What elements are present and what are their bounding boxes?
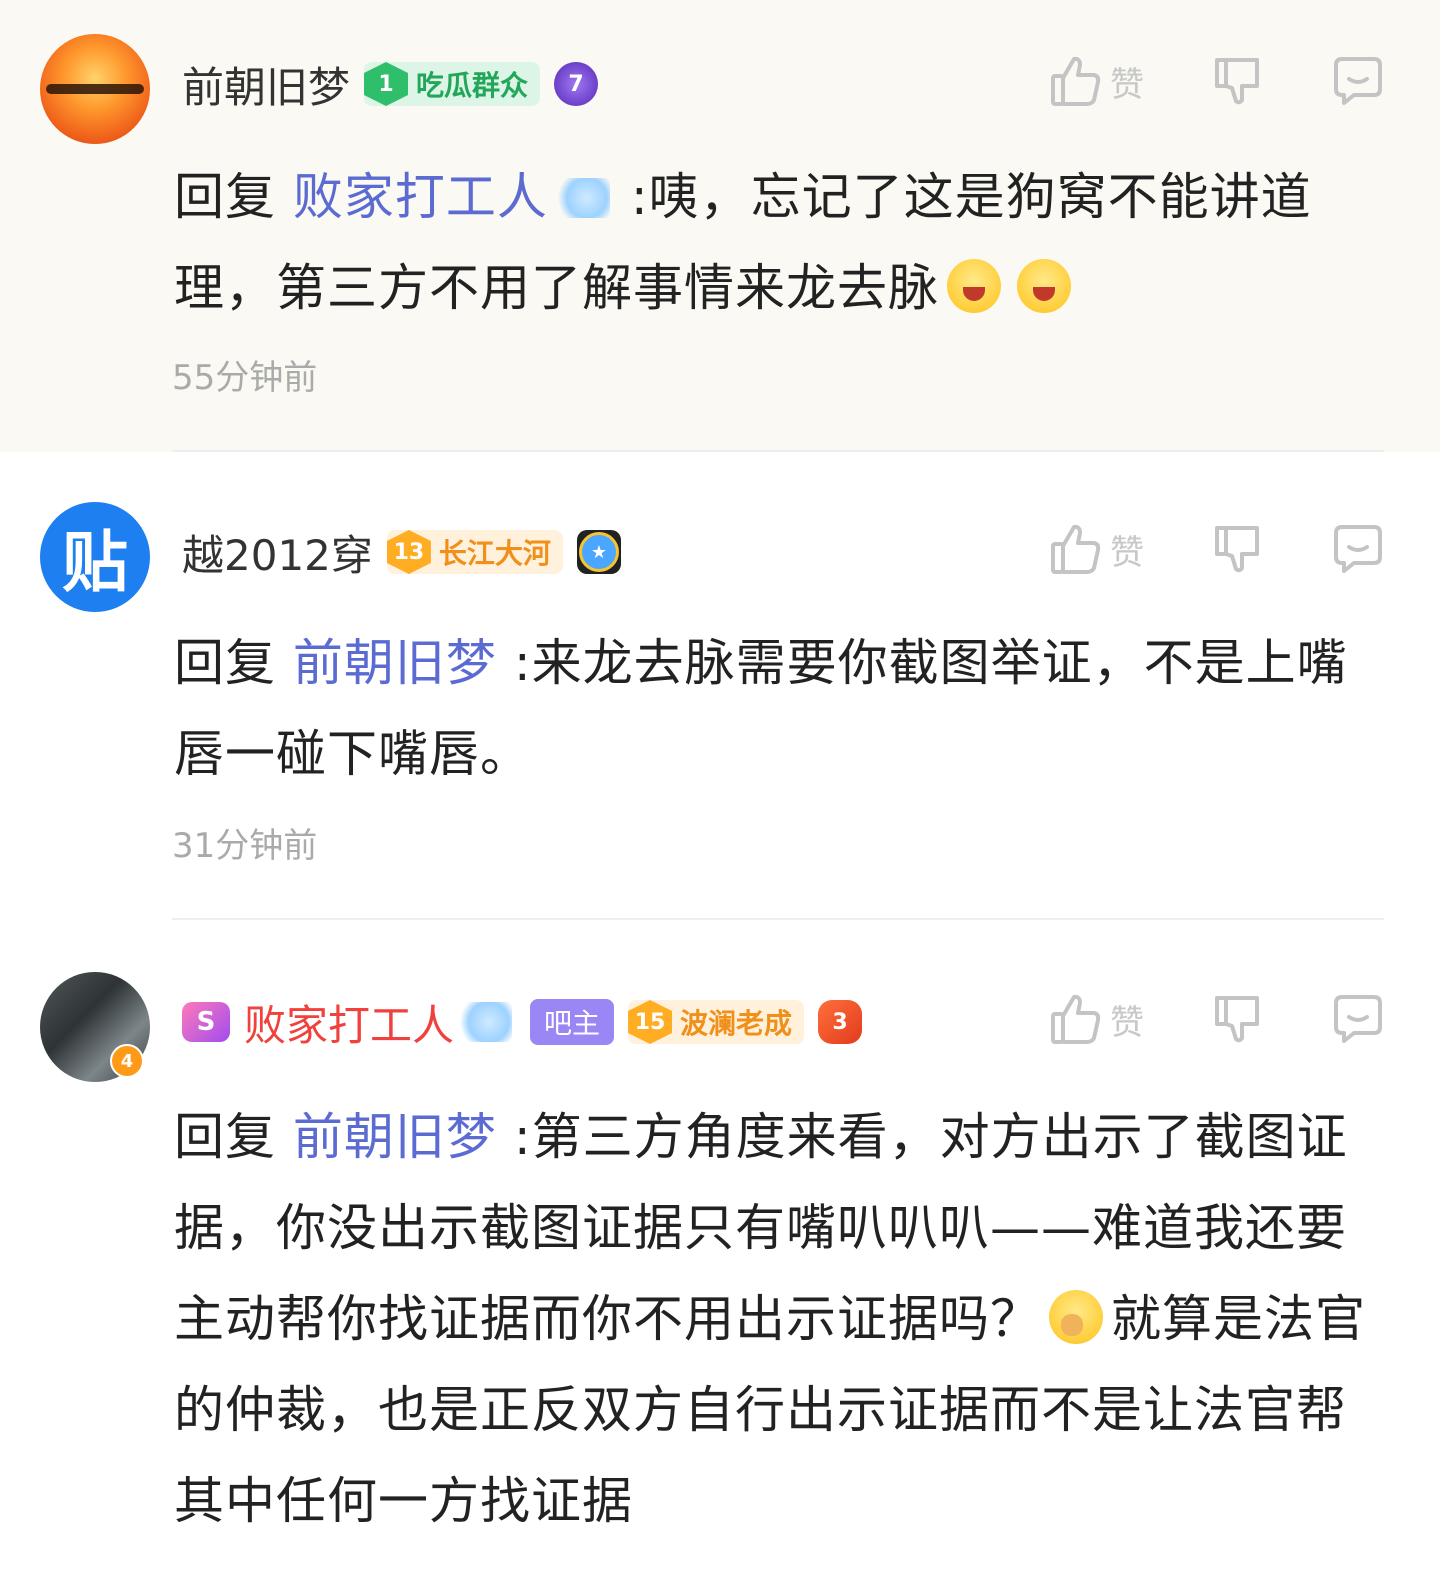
comment-bubble-icon — [1334, 525, 1382, 573]
reply-prefix: 回复 — [174, 1108, 276, 1166]
username[interactable]: 前朝旧梦 — [182, 54, 350, 115]
reply-button[interactable] — [1332, 55, 1384, 107]
comment-body: 回复 败家打工人 :咦，忘记了这是狗窝不能讲道理，第三方不用了解事情来龙去脉 — [174, 152, 1388, 334]
thumbs-up-icon — [1051, 994, 1101, 1044]
like-button[interactable]: 赞 — [1050, 522, 1144, 576]
thumbs-down-icon — [1215, 996, 1259, 1043]
comment-item: 4 S 败家打工人 吧主 15 波澜老成 3 赞 回复 前朝旧梦 :第三方角度来… — [0, 920, 1440, 1584]
level-badge: 1 吃瓜群众 — [364, 62, 541, 106]
comment-bubble-icon — [1334, 57, 1382, 105]
wind-emoji-icon — [454, 1002, 513, 1042]
level-badge: 15 波澜老成 — [628, 1000, 805, 1044]
thumbs-down-icon — [1215, 526, 1259, 573]
comment-actions: 赞 — [1050, 522, 1384, 576]
username[interactable]: 越2012穿 — [182, 522, 373, 583]
comment-item: 贴 越2012穿 13 长江大河 ★ 赞 回复 前朝旧梦 :来龙去脉需要你截图举… — [0, 452, 1440, 920]
comment-header: 越2012穿 13 长江大河 ★ — [182, 520, 621, 584]
reply-button[interactable] — [1332, 523, 1384, 575]
laughing-emoji-icon — [947, 259, 1001, 313]
gamepad-medal-icon: 3 — [818, 1000, 863, 1044]
like-label: 赞 — [1110, 532, 1144, 573]
medal-icon: 7 — [554, 62, 599, 106]
level-title: 吃瓜群众 — [416, 69, 529, 102]
comment-item: 前朝旧梦 1 吃瓜群众 7 赞 回复 败家打工人 :咦，忘记了这是狗窝不能讲道理… — [0, 0, 1440, 452]
role-badge: 吧主 — [530, 999, 615, 1045]
reply-to-user[interactable]: 前朝旧梦 — [293, 1108, 497, 1166]
comment-bubble-icon — [1334, 995, 1382, 1043]
reply-to-user[interactable]: 前朝旧梦 — [293, 634, 497, 692]
comment-actions: 赞 — [1050, 992, 1384, 1046]
level-badge: 13 长江大河 — [386, 530, 563, 574]
vip-icon: S — [182, 1002, 230, 1042]
dislike-button[interactable] — [1212, 992, 1262, 1046]
dislike-button[interactable] — [1212, 54, 1262, 108]
dislike-button[interactable] — [1212, 522, 1262, 576]
like-label: 赞 — [1110, 64, 1144, 105]
reply-button[interactable] — [1332, 993, 1384, 1045]
level-title: 长江大河 — [438, 537, 551, 570]
thumbs-down-icon — [1215, 58, 1259, 105]
comment-body: 回复 前朝旧梦 :第三方角度来看，对方出示了截图证据，你没出示截图证据只有嘴叭叭… — [174, 1092, 1388, 1547]
medal-icon: ★ — [576, 530, 621, 574]
level-number: 1 — [364, 62, 409, 106]
comment-actions: 赞 — [1050, 54, 1384, 108]
like-label: 赞 — [1110, 1002, 1144, 1043]
tieba-logo: 贴 — [62, 524, 128, 601]
like-button[interactable]: 赞 — [1050, 992, 1144, 1046]
avatar[interactable] — [40, 34, 150, 144]
level-number: 13 — [386, 530, 431, 574]
thumbs-up-icon — [1051, 524, 1101, 574]
wind-emoji-icon — [551, 178, 610, 218]
comment-header: S 败家打工人 吧主 15 波澜老成 3 — [182, 990, 863, 1054]
reply-prefix: 回复 — [174, 634, 276, 692]
timestamp: 31分钟前 — [172, 826, 318, 866]
covering-mouth-emoji-icon — [1049, 1290, 1103, 1344]
comment-body: 回复 前朝旧梦 :来龙去脉需要你截图举证，不是上嘴唇一碰下嘴唇。 — [174, 618, 1388, 800]
reply-to-user[interactable]: 败家打工人 — [293, 168, 548, 226]
thumbs-up-icon — [1051, 56, 1101, 106]
like-button[interactable]: 赞 — [1050, 54, 1144, 108]
reply-prefix: 回复 — [174, 168, 276, 226]
star-medal-icon: ★ — [578, 532, 619, 572]
avatar[interactable]: 贴 — [40, 502, 150, 612]
level-title: 波澜老成 — [680, 1007, 793, 1040]
level-number: 15 — [628, 1000, 673, 1044]
timestamp: 55分钟前 — [172, 358, 318, 398]
avatar-level-badge: 4 — [110, 1044, 144, 1078]
comment-header: 前朝旧梦 1 吃瓜群众 7 — [182, 52, 599, 116]
username[interactable]: 败家打工人 — [244, 992, 454, 1053]
laughing-emoji-icon — [1017, 259, 1071, 313]
